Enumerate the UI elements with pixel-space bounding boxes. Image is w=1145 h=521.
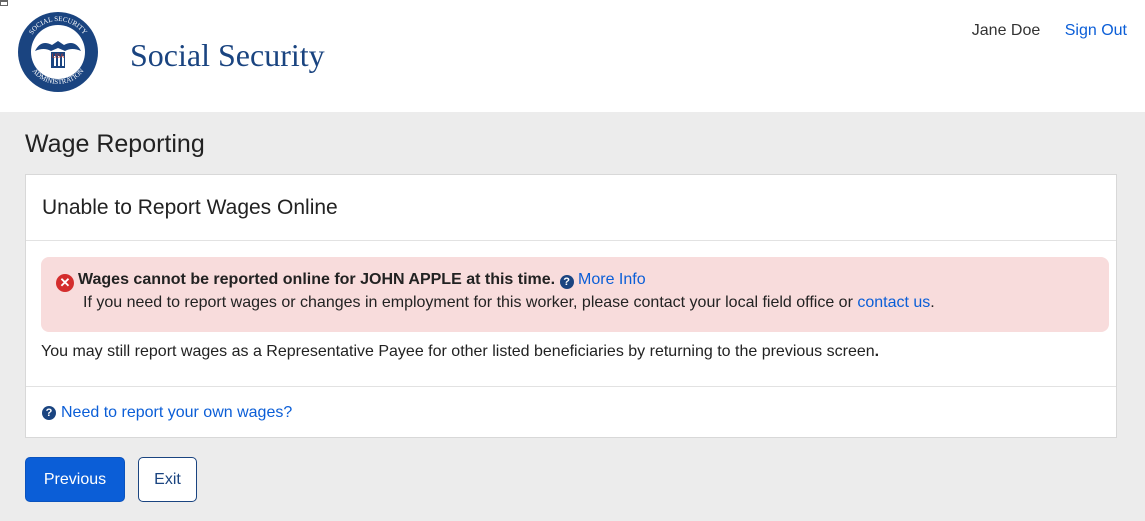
site-header: USA SOCIAL SECURITY ADMINISTRATION Socia… bbox=[0, 0, 1145, 112]
user-name: Jane Doe bbox=[971, 22, 1041, 39]
sign-out-link[interactable]: Sign Out bbox=[1065, 22, 1127, 39]
own-wages-link[interactable]: Need to report your own wages? bbox=[61, 404, 292, 422]
card-footer: ? Need to report your own wages? bbox=[26, 386, 1116, 438]
error-alert: ✕ Wages cannot be reported online for JOH… bbox=[41, 257, 1109, 332]
note-end: . bbox=[874, 343, 880, 360]
exit-button[interactable]: Exit bbox=[138, 457, 197, 502]
note-text: You may still report wages as a Represen… bbox=[41, 343, 875, 360]
previous-button[interactable]: Previous bbox=[25, 457, 125, 502]
user-area: Jane Doe Sign Out bbox=[972, 22, 1127, 40]
site-brand-title: Social Security bbox=[130, 37, 325, 73]
question-circle-icon: ? bbox=[42, 405, 56, 420]
question-circle-icon[interactable]: ? bbox=[559, 275, 574, 289]
alert-detail-text: If you need to report wages or changes i… bbox=[83, 294, 853, 311]
error-circle-icon: ✕ bbox=[56, 274, 74, 292]
ssa-seal-logo: USA SOCIAL SECURITY ADMINISTRATION bbox=[18, 12, 98, 92]
alert-detail-end: . bbox=[930, 294, 935, 311]
main-content: Wage Reporting Unable to Report Wages On… bbox=[0, 112, 1145, 521]
representative-payee-note: You may still report wages as a Represen… bbox=[41, 343, 879, 361]
page-title: Wage Reporting bbox=[25, 130, 205, 158]
status-card: Unable to Report Wages Online ✕ Wages can… bbox=[25, 174, 1117, 438]
alert-message: Wages cannot be reported online for JOHN… bbox=[78, 271, 556, 288]
card-heading: Unable to Report Wages Online bbox=[26, 175, 1116, 241]
contact-us-link[interactable]: contact us bbox=[857, 294, 930, 311]
seal-center-text: USA bbox=[52, 54, 64, 60]
more-info-link[interactable]: More Info bbox=[578, 271, 646, 288]
